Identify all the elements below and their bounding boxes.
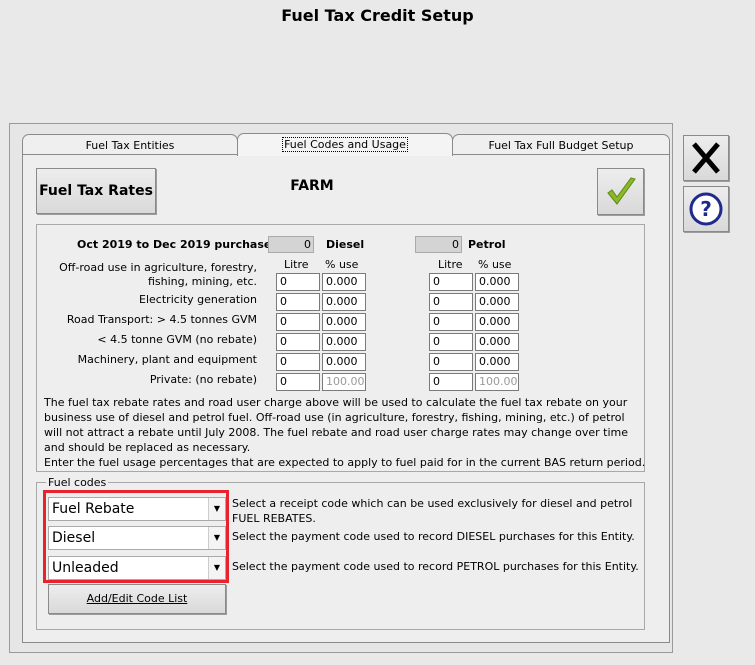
petrol-pct-input-readonly: 100.00 xyxy=(475,373,519,391)
diesel-litre-input[interactable]: 0 xyxy=(276,293,320,311)
diesel-pct-input-readonly: 100.00 xyxy=(322,373,366,391)
ok-button[interactable] xyxy=(597,168,644,215)
diesel-pct-input[interactable]: 0.000 xyxy=(322,333,366,351)
diesel-purchases-total: 0 xyxy=(268,236,314,253)
close-icon xyxy=(692,142,720,174)
petrol-litre-input[interactable]: 0 xyxy=(429,273,473,291)
help-icon: ? xyxy=(689,192,723,226)
add-edit-code-list-button[interactable]: Add/Edit Code List xyxy=(48,584,226,614)
info-text-line: business use of diesel and petrol fuel. … xyxy=(44,411,625,424)
rebate-code-description-2: FUEL REBATES. xyxy=(232,512,316,525)
tab-label: Fuel Tax Full Budget Setup xyxy=(488,139,634,152)
fuel-rebate-code-select[interactable]: Fuel Rebate ▼ xyxy=(48,497,226,521)
petrol-litre-input[interactable]: 0 xyxy=(429,293,473,311)
petrol-code-description: Select the payment code used to record P… xyxy=(232,560,639,573)
tab-fuel-tax-entities[interactable]: Fuel Tax Entities xyxy=(22,134,238,155)
tab-label: Fuel Tax Entities xyxy=(85,139,175,152)
check-icon xyxy=(607,177,636,205)
add-edit-label: Add/Edit Code List xyxy=(86,592,188,605)
help-button[interactable]: ? xyxy=(683,186,729,232)
period-label: Oct 2019 to Dec 2019 purchases xyxy=(77,238,278,251)
petrol-litre-header: Litre xyxy=(438,258,463,271)
diesel-litre-input[interactable]: 0 xyxy=(276,333,320,351)
info-text-line: Enter the fuel usage percentages that ar… xyxy=(44,456,646,469)
petrol-code-select[interactable]: Unleaded ▼ xyxy=(48,556,226,580)
tab-label: Fuel Codes and Usage xyxy=(282,137,408,152)
diesel-label: Diesel xyxy=(326,238,365,251)
row-label-offroad-1: Off-road use in agriculture, forestry, xyxy=(59,261,257,274)
entity-name: FARM xyxy=(290,178,334,194)
close-button[interactable] xyxy=(683,135,729,181)
fuel-tax-rates-button[interactable]: Fuel Tax Rates xyxy=(36,168,156,214)
row-label-electricity: Electricity generation xyxy=(139,293,257,306)
row-label-private: Private: (no rebate) xyxy=(149,373,257,386)
diesel-code-select[interactable]: Diesel ▼ xyxy=(48,526,226,550)
chevron-down-icon[interactable]: ▼ xyxy=(208,557,225,579)
row-label-machinery: Machinery, plant and equipment xyxy=(77,353,257,366)
diesel-litre-header: Litre xyxy=(284,258,309,271)
diesel-pct-input[interactable]: 0.000 xyxy=(322,293,366,311)
diesel-pct-input[interactable]: 0.000 xyxy=(322,353,366,371)
diesel-pct-input[interactable]: 0.000 xyxy=(322,273,366,291)
rebate-code-description: Select a receipt code which can be used … xyxy=(232,497,633,510)
diesel-litre-input[interactable]: 0 xyxy=(276,373,320,391)
row-label-road-transport: Road Transport: > 4.5 tonnes GVM xyxy=(66,313,257,326)
tab-fuel-codes-and-usage[interactable]: Fuel Codes and Usage xyxy=(237,133,453,156)
petrol-litre-input[interactable]: 0 xyxy=(429,353,473,371)
tab-fuel-tax-full-budget-setup[interactable]: Fuel Tax Full Budget Setup xyxy=(452,134,670,155)
diesel-code-value: Diesel xyxy=(52,530,96,546)
info-text-line: and should be replaced as necessary. xyxy=(44,441,251,454)
petrol-litre-input[interactable]: 0 xyxy=(429,333,473,351)
fuel-codes-legend: Fuel codes xyxy=(46,476,109,489)
petrol-pct-input[interactable]: 0.000 xyxy=(475,273,519,291)
petrol-pct-input[interactable]: 0.000 xyxy=(475,313,519,331)
diesel-pct-input[interactable]: 0.000 xyxy=(322,313,366,331)
diesel-code-description: Select the payment code used to record D… xyxy=(232,530,635,543)
svg-text:?: ? xyxy=(700,197,712,221)
fuel-rebate-code-value: Fuel Rebate xyxy=(52,501,135,517)
diesel-litre-input[interactable]: 0 xyxy=(276,353,320,371)
diesel-litre-input[interactable]: 0 xyxy=(276,273,320,291)
diesel-pct-header: % use xyxy=(325,258,359,271)
row-label-offroad-2: fishing, mining, etc. xyxy=(147,275,257,288)
diesel-litre-input[interactable]: 0 xyxy=(276,313,320,331)
petrol-purchases-total: 0 xyxy=(415,236,462,253)
row-label-light-vehicle: < 4.5 tonne GVM (no rebate) xyxy=(97,333,257,346)
petrol-pct-input[interactable]: 0.000 xyxy=(475,353,519,371)
petrol-pct-input[interactable]: 0.000 xyxy=(475,333,519,351)
petrol-pct-input[interactable]: 0.000 xyxy=(475,293,519,311)
petrol-pct-header: % use xyxy=(478,258,512,271)
petrol-code-value: Unleaded xyxy=(52,560,119,576)
chevron-down-icon[interactable]: ▼ xyxy=(208,498,225,520)
petrol-label: Petrol xyxy=(468,238,506,251)
window-title: Fuel Tax Credit Setup xyxy=(281,6,474,25)
info-text-line: will not attract a rebate until July 200… xyxy=(44,426,628,439)
chevron-down-icon[interactable]: ▼ xyxy=(208,527,225,549)
petrol-litre-input[interactable]: 0 xyxy=(429,373,473,391)
info-text-line: The fuel tax rebate rates and road user … xyxy=(44,396,628,409)
petrol-litre-input[interactable]: 0 xyxy=(429,313,473,331)
